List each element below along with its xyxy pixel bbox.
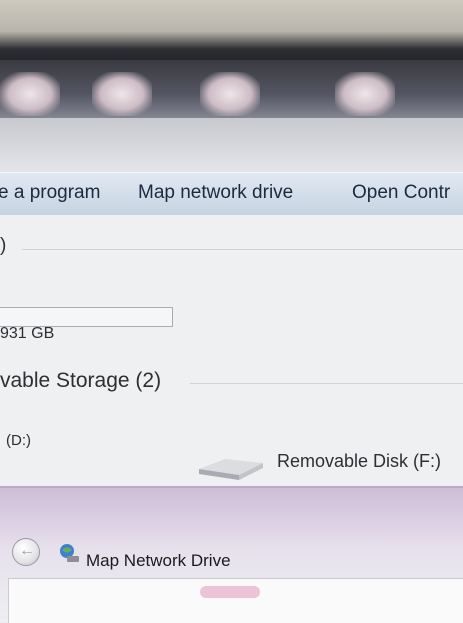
blurred-title-glyph: [335, 72, 395, 116]
removable-storage-group-header[interactable]: vable Storage (2): [0, 369, 161, 393]
uninstall-program-button[interactable]: e a program: [0, 182, 100, 204]
blurred-title-glyph: [92, 72, 152, 116]
group-divider: [190, 383, 463, 384]
back-button[interactable]: ←: [12, 538, 40, 566]
blurred-title-glyph: [0, 72, 60, 116]
hard-disk-name[interactable]: ): [0, 235, 6, 257]
dialog-body: [8, 578, 463, 623]
removable-disk-icon[interactable]: [195, 455, 267, 481]
blurred-title-glyph: [200, 72, 260, 116]
hard-disk-size: 931 GB: [0, 325, 55, 342]
address-bar-area: [0, 118, 463, 175]
disk-usage-bar: [0, 307, 173, 327]
drive-d-label[interactable]: (D:): [6, 432, 31, 449]
back-arrow-icon: ←: [19, 542, 35, 559]
window-title-bar: [0, 60, 463, 122]
map-network-drive-button[interactable]: Map network drive: [138, 182, 293, 204]
dialog-title: Map Network Drive: [86, 551, 231, 570]
map-network-drive-dialog: ← Map Network Drive: [0, 486, 463, 623]
drive-f-label[interactable]: Removable Disk (F:): [277, 451, 441, 472]
drives-content-pane: ) 931 GB vable Storage (2) (D:) Removabl…: [0, 215, 463, 487]
open-control-panel-button[interactable]: Open Contr: [352, 182, 450, 204]
command-bar: e a program Map network drive Open Contr: [0, 172, 463, 216]
network-drive-icon: [60, 544, 79, 562]
glare-reflection: [200, 586, 260, 598]
group-divider: [22, 249, 463, 250]
